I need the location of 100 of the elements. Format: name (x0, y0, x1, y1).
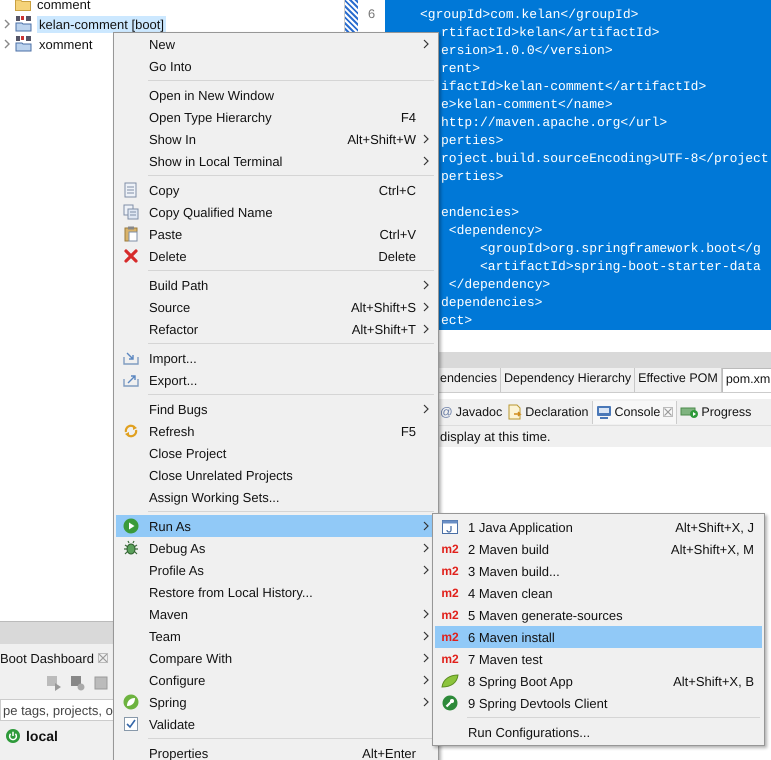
code-line: ersion>1.0.0</version> (441, 42, 613, 60)
menu-item[interactable]: Refactor Alt+Shift+T (116, 318, 436, 340)
code-line: </dependency> (448, 276, 550, 294)
leaf-icon (123, 694, 139, 710)
code-line: <groupId>org.springframework.boot</g (479, 240, 761, 258)
line-number: 6 (368, 6, 376, 24)
menu-item[interactable]: New (116, 33, 436, 55)
bug-icon (123, 540, 139, 556)
menu-item[interactable]: Source Alt+Shift+S (116, 296, 436, 318)
menu-item[interactable]: Open in New Window (116, 84, 436, 106)
code-line: ifactId>kelan-comment</artifactId> (441, 78, 706, 96)
menu-item[interactable]: Restore from Local History... (116, 581, 436, 603)
clipboard-icon (124, 226, 138, 242)
menu-item[interactable]: 8 Spring Boot App Alt+Shift+X, B (435, 670, 762, 692)
menu-item[interactable]: Build Path (116, 274, 436, 296)
menu-item[interactable]: 9 Spring Devtools Client (435, 692, 762, 714)
tree-item[interactable]: kelan-comment [boot] (37, 16, 166, 32)
menu-item[interactable]: Team (116, 625, 436, 647)
export-icon (123, 373, 139, 387)
code-line: perties> (441, 132, 504, 150)
tree-item[interactable]: comment (35, 0, 92, 12)
code-line: rtifactId>kelan</artifactId> (441, 24, 660, 42)
leaf-icon (441, 674, 459, 688)
code-line: ect> (441, 312, 472, 330)
menu-item[interactable]: Properties Alt+Enter (116, 742, 436, 760)
code-line: <groupId>com.kelan</groupId> (420, 6, 638, 24)
progress-icon (680, 405, 698, 419)
menu-item[interactable]: Find Bugs (116, 398, 436, 420)
folder-icon (15, 0, 31, 10)
menu-item[interactable]: m2 7 Maven test (435, 648, 762, 670)
menu-item[interactable]: Export... (116, 369, 436, 391)
menu-item[interactable]: Validate (116, 713, 436, 735)
menu-item[interactable]: Import... (116, 347, 436, 369)
menu-item[interactable]: Copy Qualified Name (116, 201, 436, 223)
menu-item[interactable]: Open Type Hierarchy F4 (116, 106, 436, 128)
refresh-icon (123, 423, 139, 439)
menu-item[interactable]: Close Project (116, 442, 436, 464)
tree-item[interactable]: xomment (37, 36, 94, 52)
view-tab[interactable]: @ Javadoc (437, 401, 506, 423)
code-line: perties> (441, 168, 504, 186)
power-icon (6, 729, 20, 743)
checkbox-icon (124, 717, 138, 731)
menu-item[interactable]: Close Unrelated Projects (116, 464, 436, 486)
view-title[interactable]: Boot Dashboard (0, 650, 94, 666)
stop-icon[interactable] (94, 676, 108, 690)
menu-item[interactable]: Configure (116, 669, 436, 691)
menu-item[interactable]: m2 5 Maven generate-sources (435, 604, 762, 626)
maven-label: m2 (441, 564, 459, 578)
document-icon (508, 404, 522, 420)
menu-item[interactable]: Show In Alt+Shift+W (116, 128, 436, 150)
editor-tab[interactable]: Dependency Hierarchy (501, 368, 636, 392)
menu-item[interactable]: Refresh F5 (116, 420, 436, 442)
delete-icon (124, 249, 138, 263)
menu-item[interactable]: m2 3 Maven build... (435, 560, 762, 582)
debug-icon[interactable] (70, 675, 86, 691)
code-line: rent> (441, 60, 480, 78)
code-line: endencies> (441, 204, 520, 222)
view-tab[interactable]: Console (592, 400, 678, 424)
menu-item[interactable]: Profile As (116, 559, 436, 581)
editor-tab[interactable]: pom.xm (722, 368, 771, 392)
menu-item[interactable]: Run Configurations... (435, 721, 762, 743)
expand-chevron-icon[interactable] (3, 39, 11, 49)
menu-item[interactable]: Go Into (116, 55, 436, 77)
menu-item[interactable]: m2 4 Maven clean (435, 582, 762, 604)
maven-label: m2 (441, 630, 459, 644)
expand-chevron-icon[interactable] (3, 19, 11, 29)
menu-item[interactable]: Show in Local Terminal (116, 150, 436, 172)
maven-label: m2 (441, 608, 459, 622)
close-icon[interactable] (663, 407, 674, 417)
menu-item[interactable]: Delete Delete (116, 245, 436, 267)
code-line: roject.build.sourceEncoding>UTF-8</project (441, 150, 769, 168)
target-label[interactable]: local (26, 728, 58, 744)
menu-item[interactable]: Copy Ctrl+C (116, 179, 436, 201)
view-tab[interactable]: Declaration (505, 400, 592, 424)
view-tab[interactable]: Progress (677, 401, 754, 423)
code-line: dependencies> (441, 294, 542, 312)
monitor-icon (596, 404, 612, 420)
start-icon[interactable] (46, 675, 62, 691)
code-line: http://maven.apache.org</url> (441, 114, 668, 132)
menu-item[interactable]: Maven (116, 603, 436, 625)
code-line: <artifactId>spring-boot-starter-data (479, 258, 761, 276)
maven-label: m2 (441, 652, 459, 666)
menu-item[interactable]: Debug As (116, 537, 436, 559)
project-folder-icon (15, 16, 33, 32)
import-icon (123, 351, 139, 365)
menu-item[interactable]: Assign Working Sets... (116, 486, 436, 508)
menu-item[interactable]: Paste Ctrl+V (116, 223, 436, 245)
code-line: e>kelan-comment</name> (441, 96, 613, 114)
code-line: <dependency> (448, 222, 542, 240)
copy-pages-icon (123, 204, 139, 220)
maven-label: m2 (441, 586, 459, 600)
menu-item[interactable]: 1 Java Application Alt+Shift+X, J (435, 516, 762, 538)
menu-item[interactable]: m2 2 Maven build Alt+Shift+X, M (435, 538, 762, 560)
close-icon[interactable] (98, 653, 108, 663)
menu-item[interactable]: Compare With (116, 647, 436, 669)
copy-icon (124, 182, 138, 198)
menu-item[interactable]: m2 6 Maven install (435, 626, 762, 648)
menu-item[interactable]: Spring (116, 691, 436, 713)
project-folder-icon (15, 36, 33, 52)
wrench-icon (442, 695, 458, 711)
